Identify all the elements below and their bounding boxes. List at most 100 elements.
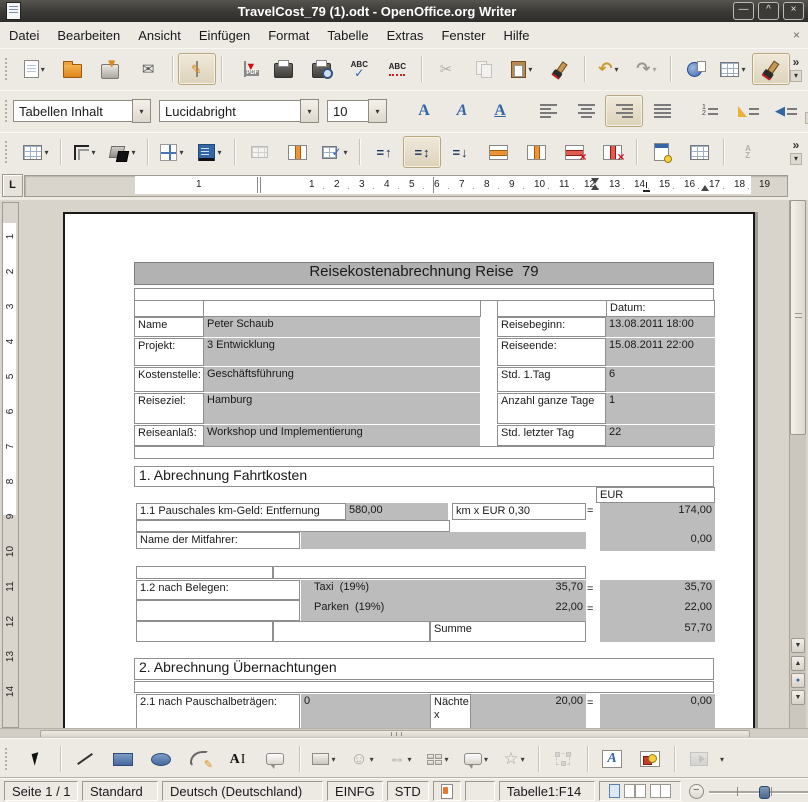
info-label[interactable]: Reiseanlaß: xyxy=(134,425,204,446)
open-button[interactable] xyxy=(53,53,91,85)
symbol-shapes-button[interactable]: ☺▾ xyxy=(343,743,381,775)
page-preview-button[interactable] xyxy=(302,53,340,85)
info-label[interactable]: Kostenstelle: xyxy=(134,367,204,392)
chevron-down-icon[interactable]: ▾ xyxy=(790,153,802,165)
taxi-cell[interactable]: Taxi (19%) 35,70 xyxy=(301,580,586,600)
navigation-button[interactable]: ● xyxy=(791,673,805,688)
menu-item-einfügen[interactable]: Einfügen xyxy=(190,25,259,46)
doc-title[interactable]: Reisekostenabrechnung Reise 79 xyxy=(134,262,714,285)
insert-row-button[interactable] xyxy=(479,136,517,168)
info-value[interactable]: Hamburg xyxy=(204,393,480,424)
chevron-down-icon[interactable]: ▾ xyxy=(370,755,374,764)
parken-cell[interactable]: Parken (19%) 22,00 xyxy=(301,600,586,621)
close-button[interactable]: × xyxy=(783,2,804,20)
optimize-button[interactable]: ✓▾ xyxy=(316,136,354,168)
km-rate[interactable]: km x EUR 0,30 xyxy=(452,503,586,520)
delete-column-button[interactable]: × xyxy=(593,136,631,168)
mitfahrer-value[interactable] xyxy=(301,532,586,549)
table-button[interactable]: ▾ xyxy=(17,136,55,168)
table-cell[interactable] xyxy=(497,300,607,317)
chevron-down-icon[interactable]: ▾ xyxy=(720,755,724,764)
modified-indicator[interactable] xyxy=(433,781,461,801)
italic-button[interactable]: A xyxy=(443,95,481,127)
info-value[interactable]: 22 xyxy=(606,425,715,446)
draw-functions-button[interactable] xyxy=(752,53,790,85)
menu-item-datei[interactable]: Datei xyxy=(0,25,48,46)
underline-button[interactable]: A xyxy=(481,95,519,127)
chevron-down-icon[interactable]: ▾ xyxy=(217,148,221,157)
auto-spellcheck-button[interactable]: ABC xyxy=(378,53,416,85)
chevron-down-icon[interactable]: ▾ xyxy=(407,755,411,764)
zoom-out-button[interactable]: − xyxy=(689,784,704,799)
undo-button[interactable]: ↶▾ xyxy=(589,53,627,85)
ellipse-button[interactable] xyxy=(142,743,180,775)
section1-title[interactable]: 1. Abrechnung Fahrtkosten xyxy=(134,466,714,487)
menu-item-extras[interactable]: Extras xyxy=(378,25,433,46)
info-label[interactable]: Projekt: xyxy=(134,338,204,366)
font-name-combo[interactable]: Lucidabright ▾ xyxy=(159,99,319,123)
info-value[interactable]: 3 Entwicklung xyxy=(204,338,480,366)
chevron-down-icon[interactable]: ▾ xyxy=(91,148,95,157)
scrollbar-thumb[interactable] xyxy=(790,200,806,435)
single-page-view-button[interactable] xyxy=(609,784,620,798)
block-arrows-button[interactable]: ⇔▾ xyxy=(381,743,419,775)
from-file-button[interactable] xyxy=(631,743,669,775)
info-label[interactable]: Reiseende: xyxy=(497,338,606,366)
column-divider[interactable] xyxy=(260,177,261,193)
export-pdf-button[interactable]: ▼PDF xyxy=(226,53,264,85)
info-value[interactable]: 13.08.2011 18:00 xyxy=(606,317,715,337)
bold-button[interactable]: A xyxy=(405,95,443,127)
column-divider[interactable] xyxy=(257,177,258,193)
font-size-combo[interactable]: 10 ▾ xyxy=(327,99,387,123)
save-button[interactable]: ▼ xyxy=(91,53,129,85)
toolbar-grip[interactable] xyxy=(5,58,9,80)
menu-item-bearbeiten[interactable]: Bearbeiten xyxy=(48,25,129,46)
pauschal-amount[interactable]: 20,00 xyxy=(471,694,586,728)
chevron-down-icon[interactable]: ▾ xyxy=(44,148,48,157)
align-right-button[interactable] xyxy=(605,95,643,127)
maximize-button[interactable]: ^ xyxy=(758,2,779,20)
two-page-view-button[interactable] xyxy=(624,784,635,798)
eur-header-cell[interactable]: EUR xyxy=(596,487,715,503)
info-value[interactable]: 15.08.2011 22:00 xyxy=(606,338,715,366)
zoom-track[interactable] xyxy=(709,785,808,798)
page-style[interactable]: Standard xyxy=(82,781,158,801)
new-document-button[interactable]: ▾ xyxy=(15,53,53,85)
pauschal-total[interactable]: 0,00 xyxy=(600,694,715,728)
menu-item-ansicht[interactable]: Ansicht xyxy=(129,25,190,46)
chevron-down-icon[interactable]: ▾ xyxy=(41,65,45,74)
info-label[interactable]: Anzahl ganze Tage xyxy=(497,393,606,424)
line-style-button[interactable]: ▾ xyxy=(66,136,104,168)
info-label[interactable]: Name xyxy=(134,317,204,337)
numbering-button[interactable]: 1 2 xyxy=(691,95,729,127)
chevron-down-icon[interactable]: ▾ xyxy=(484,755,488,764)
menu-item-tabelle[interactable]: Tabelle xyxy=(318,25,377,46)
info-value[interactable]: Workshop und Implementierung xyxy=(204,425,480,446)
table-cell[interactable] xyxy=(136,520,450,532)
rectangle-button[interactable] xyxy=(104,743,142,775)
table-cell[interactable] xyxy=(136,566,273,579)
insert-column-button[interactable] xyxy=(517,136,555,168)
info-label[interactable]: Reiseziel: xyxy=(134,393,204,424)
chevron-down-icon[interactable]: ▾ xyxy=(132,99,151,123)
datum-label-cell[interactable]: Datum: xyxy=(606,300,715,317)
font-size-input[interactable]: 10 xyxy=(327,100,368,122)
chevron-down-icon[interactable]: ▾ xyxy=(331,755,335,764)
print-button[interactable] xyxy=(264,53,302,85)
basic-shapes-button[interactable]: ▾ xyxy=(305,743,343,775)
tab-marker[interactable] xyxy=(643,185,650,192)
info-value[interactable]: Geschäftsführung xyxy=(204,367,480,392)
chevron-down-icon[interactable]: ▾ xyxy=(528,65,532,74)
line-button[interactable] xyxy=(66,743,104,775)
paste-button[interactable]: ▾ xyxy=(503,53,541,85)
selection-mode[interactable]: STD xyxy=(387,781,429,801)
table-cell[interactable] xyxy=(136,621,273,642)
format-paintbrush-button[interactable] xyxy=(541,53,579,85)
table-cell[interactable] xyxy=(273,621,430,642)
toolbar-overflow[interactable]: »▾ xyxy=(790,140,802,165)
mitfahrer-label[interactable]: Name der Mitfahrer: xyxy=(136,532,300,549)
justify-button[interactable] xyxy=(643,95,681,127)
toolbar-overflow[interactable]: »▾ xyxy=(790,57,802,82)
stars-button[interactable]: ☆▾ xyxy=(495,743,533,775)
table-cell[interactable] xyxy=(136,600,300,621)
